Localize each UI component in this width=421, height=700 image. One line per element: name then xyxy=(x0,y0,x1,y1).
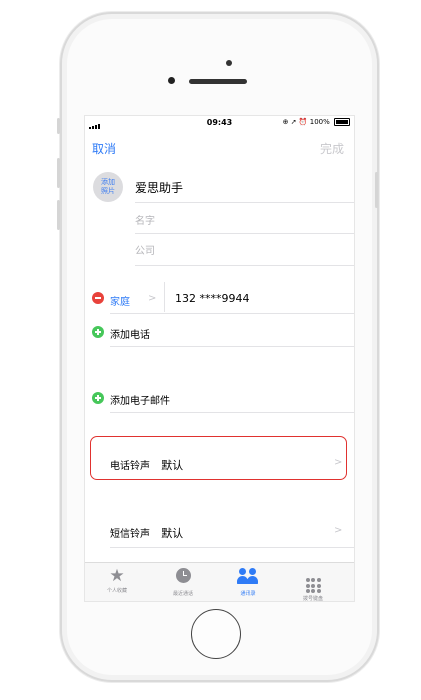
text-tone-row[interactable]: 短信铃声 默认 xyxy=(110,525,345,541)
company-field[interactable]: 公司 xyxy=(135,242,350,257)
location-icon: ➚ xyxy=(290,118,297,126)
screen: 09:43 ⊕ ➚ ⏰ 100% 取消 完成 添加 照片 爱思助手 名字 公司 … xyxy=(84,115,355,602)
status-bar: 09:43 ⊕ ➚ ⏰ 100% xyxy=(85,116,354,130)
phone-label-chevron-icon[interactable]: > xyxy=(148,293,156,304)
divider xyxy=(164,282,165,312)
add-photo-label-1: 添加 xyxy=(101,178,115,186)
text-tone-chevron-icon: > xyxy=(334,525,343,536)
divider xyxy=(135,202,354,203)
lock-rotation-icon: ⊕ xyxy=(282,118,289,126)
add-photo-label-2: 照片 xyxy=(101,187,115,195)
ringtone-chevron-icon: > xyxy=(334,457,343,468)
star-icon: ★ xyxy=(109,566,125,586)
ringtone-value: 默认 xyxy=(161,459,184,472)
volume-down-button xyxy=(57,200,60,230)
divider xyxy=(110,412,354,413)
ringtone-row[interactable]: 电话铃声 默认 xyxy=(110,457,345,473)
alarm-icon: ⏰ xyxy=(298,118,308,126)
divider xyxy=(135,233,354,234)
phone-number-field[interactable]: 132 ****9944 xyxy=(175,292,250,305)
delete-phone-icon[interactable] xyxy=(92,292,104,304)
phone-label[interactable]: 家庭 xyxy=(110,293,130,308)
contacts-icon xyxy=(237,568,259,584)
home-button[interactable] xyxy=(191,609,241,659)
text-tone-value: 默认 xyxy=(161,527,184,540)
tab-favorites[interactable]: ★ 个人收藏 xyxy=(87,567,147,594)
add-email-icon[interactable] xyxy=(92,392,104,404)
cancel-button[interactable]: 取消 xyxy=(92,140,116,157)
divider xyxy=(110,346,354,347)
tab-label: 通讯录 xyxy=(240,591,256,597)
front-camera xyxy=(226,60,232,66)
add-photo-button[interactable]: 添加 照片 xyxy=(93,172,123,202)
tab-contacts[interactable]: 通讯录 xyxy=(218,567,278,597)
tab-recents[interactable]: 最近通话 xyxy=(153,567,213,597)
power-button xyxy=(375,172,378,208)
add-email-button[interactable]: 添加电子邮件 xyxy=(110,392,170,407)
volume-up-button xyxy=(57,158,60,188)
divider xyxy=(110,313,354,314)
contact-name-value: 爱思助手 xyxy=(135,181,184,195)
divider xyxy=(110,547,354,548)
battery-percent: 100% xyxy=(309,118,330,126)
tab-keypad[interactable]: 拨号键盘 xyxy=(283,567,343,602)
earpiece-speaker xyxy=(189,79,247,84)
done-button[interactable]: 完成 xyxy=(320,140,344,157)
name-field[interactable]: 名字 xyxy=(135,212,350,227)
battery-icon xyxy=(334,118,350,126)
divider xyxy=(135,265,354,266)
ringtone-label: 电话铃声 xyxy=(110,461,150,472)
status-right: ⊕ ➚ ⏰ 100% xyxy=(283,118,350,126)
contact-name-field[interactable]: 爱思助手 xyxy=(135,179,183,196)
clock-icon xyxy=(175,568,191,583)
add-phone-icon[interactable] xyxy=(92,326,104,338)
mute-switch xyxy=(57,118,60,134)
add-phone-button[interactable]: 添加电话 xyxy=(110,326,150,341)
tab-bar: ★ 个人收藏 最近通话 通讯录 拨号键盘 xyxy=(85,562,354,602)
tab-label: 个人收藏 xyxy=(106,588,127,594)
keypad-icon xyxy=(305,578,321,593)
proximity-sensor xyxy=(168,77,175,84)
text-tone-label: 短信铃声 xyxy=(110,529,150,540)
tab-label: 拨号键盘 xyxy=(302,596,323,602)
tab-label: 最近通话 xyxy=(172,591,193,597)
